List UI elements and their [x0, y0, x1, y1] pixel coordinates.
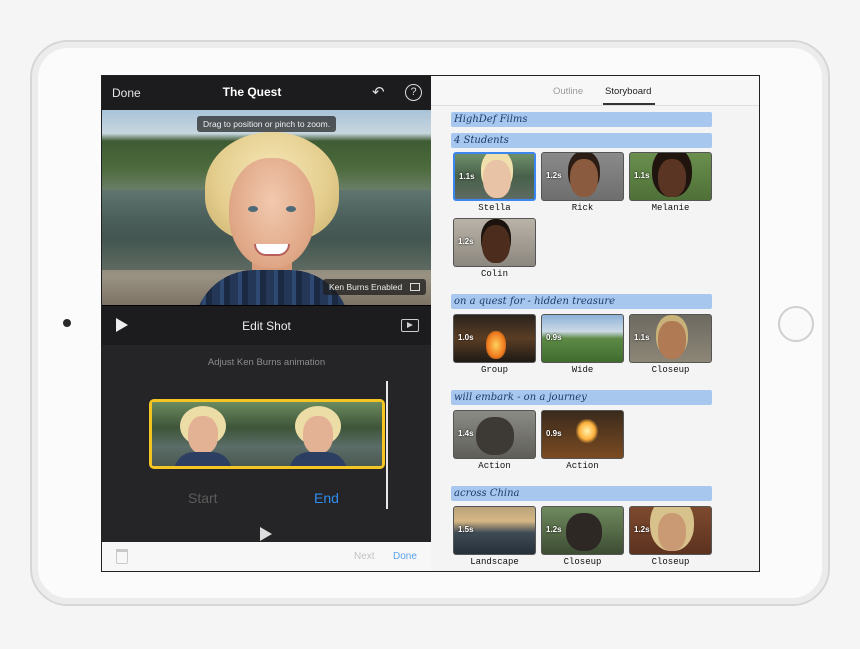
preview-eye [248, 206, 258, 212]
clip-duration: 1.1s [459, 172, 475, 181]
clip-duration: 1.1s [634, 333, 650, 342]
end-button[interactable]: End [314, 490, 339, 506]
clip-caption: Action [566, 461, 599, 471]
note-line[interactable]: 4 Students [451, 133, 712, 148]
clip-caption: Colin [480, 269, 508, 279]
thumb-buffalo [566, 513, 602, 551]
clip-thumbnail[interactable]: 1.1s [629, 152, 712, 201]
help-button[interactable]: ? [405, 84, 422, 101]
playhead[interactable] [386, 381, 388, 509]
clip-caption: Group [480, 365, 508, 375]
clip-caption: Closeup [651, 365, 690, 375]
start-button[interactable]: Start [188, 490, 218, 506]
clip-caption: Closeup [651, 557, 690, 567]
ken-burns-panel: Adjust Ken Burns animation Start End [102, 345, 431, 542]
thumb-riders [476, 417, 514, 455]
thumb-spark [576, 419, 598, 443]
thumb-person [482, 225, 510, 263]
note-line[interactable]: across China [451, 486, 712, 501]
clip-duration: 1.5s [458, 525, 474, 534]
ken-burns-icon [410, 283, 421, 291]
thumb-person [658, 513, 686, 551]
frame-shirt [174, 452, 232, 466]
clip-frame [267, 402, 382, 466]
clip-thumbnail[interactable]: 1.1s [453, 152, 536, 201]
video-hint: Drag to position or pinch to zoom. [197, 116, 337, 132]
editor-header: Done The Quest ↶ ? [102, 76, 431, 110]
thumb-person [658, 159, 686, 197]
clip-duration: 1.2s [634, 525, 650, 534]
clip-thumbnail[interactable]: 1.2s [541, 506, 624, 555]
frame-face [188, 416, 218, 454]
clip-caption: Wide [571, 365, 594, 375]
clip-caption: Action [478, 461, 511, 471]
clip-caption: Rick [571, 203, 594, 213]
clip-thumbnail[interactable]: 1.0s [453, 314, 536, 363]
clip-thumbnail[interactable]: 1.2s [453, 218, 536, 267]
storyboard-pane: Outline Storyboard HighDef Films 4 Stude… [431, 76, 759, 571]
edit-shot-label: Edit Shot [242, 319, 291, 333]
ken-burns-badge[interactable]: Ken Burns Enabled [323, 279, 427, 295]
clip-thumbnail[interactable]: 1.2s [629, 506, 712, 555]
clip-duration: 1.4s [458, 429, 474, 438]
undo-icon[interactable]: ↶ [372, 83, 385, 101]
note-line[interactable]: HighDef Films [451, 112, 712, 127]
ken-burns-label: Ken Burns Enabled [329, 282, 403, 292]
frame-shirt [289, 452, 347, 466]
tab-storyboard[interactable]: Storyboard [605, 86, 651, 97]
fullscreen-play-icon[interactable] [401, 319, 419, 332]
thumb-fire [486, 331, 506, 359]
clip-duration: 1.2s [458, 237, 474, 246]
trash-icon[interactable] [116, 549, 128, 564]
clip-caption: Landscape [470, 557, 519, 567]
note-line[interactable]: will embark - on a journey [451, 390, 712, 405]
clip-thumbnail[interactable]: 1.2s [541, 152, 624, 201]
clip-duration: 1.2s [546, 171, 562, 180]
tab-underline [603, 103, 655, 105]
tab-outline[interactable]: Outline [553, 86, 583, 97]
clip-duration: 0.9s [546, 429, 562, 438]
front-camera [63, 319, 71, 327]
clip-strip[interactable] [149, 399, 385, 469]
clip-duration: 1.2s [546, 525, 562, 534]
clip-frame [152, 402, 267, 466]
footer-done-button[interactable]: Done [393, 551, 417, 562]
clip-duration: 1.0s [458, 333, 474, 342]
clip-caption: Melanie [651, 203, 690, 213]
clip-duration: 0.9s [546, 333, 562, 342]
next-button[interactable]: Next [354, 551, 375, 562]
clip-thumbnail[interactable]: 1.1s [629, 314, 712, 363]
screen: Done The Quest ↶ ? Drag to position or p… [101, 75, 760, 572]
tab-bar: Outline Storyboard [431, 76, 759, 106]
clip-thumbnail[interactable]: 1.4s [453, 410, 536, 459]
home-button[interactable] [778, 306, 814, 342]
clip-duration: 1.1s [634, 171, 650, 180]
clip-thumbnail[interactable]: 0.9s [541, 410, 624, 459]
editor-pane: Done The Quest ↶ ? Drag to position or p… [102, 76, 431, 571]
note-line[interactable]: on a quest for - hidden treasure [451, 294, 712, 309]
play-icon[interactable] [260, 527, 272, 541]
thumb-person [658, 321, 686, 359]
clip-caption: Stella [478, 203, 511, 213]
project-title: The Quest [222, 85, 282, 99]
adjust-label: Adjust Ken Burns animation [207, 357, 326, 368]
thumb-person [570, 159, 598, 197]
clip-thumbnail[interactable]: 0.9s [541, 314, 624, 363]
clip-caption: Closeup [563, 557, 602, 567]
video-preview[interactable]: Drag to position or pinch to zoom. Ken B… [102, 110, 431, 305]
preview-eye [286, 206, 296, 212]
clip-thumbnail[interactable]: 1.5s [453, 506, 536, 555]
frame-face [303, 416, 333, 454]
thumb-person [483, 160, 511, 198]
edit-shot-bar: Edit Shot [102, 305, 431, 345]
editor-footer: Next Done [102, 542, 431, 571]
